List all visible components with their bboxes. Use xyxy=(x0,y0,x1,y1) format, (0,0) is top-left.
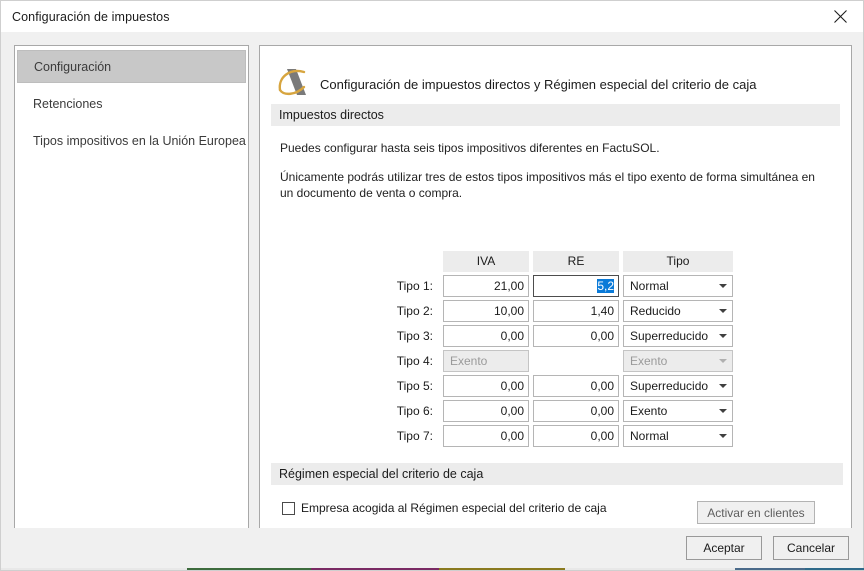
table-header-row: IVA RE Tipo xyxy=(271,249,843,273)
description-line-1: Puedes configurar hasta seis tipos impos… xyxy=(280,141,660,155)
sidebar-item-label: Retenciones xyxy=(33,97,103,111)
title-bar: Configuración de impuestos xyxy=(1,1,863,32)
chevron-down-icon xyxy=(714,326,732,346)
row-label-tipo-2: Tipo 2: xyxy=(396,304,433,318)
re-input-tipo-5[interactable]: 0,00 xyxy=(533,375,619,397)
aeat-logo-icon xyxy=(274,65,314,101)
iva-input-tipo-1[interactable]: 21,00 xyxy=(443,275,529,297)
iva-input-tipo-6[interactable]: 0,00 xyxy=(443,400,529,422)
re-input-tipo-6[interactable]: 0,00 xyxy=(533,400,619,422)
re-input-tipo-2[interactable]: 1,40 xyxy=(533,300,619,322)
chevron-down-icon xyxy=(714,351,732,371)
dialog-body: Configuración Retenciones Tipos impositi… xyxy=(1,32,863,570)
sidebar-item-retenciones[interactable]: Retenciones xyxy=(15,88,248,120)
column-header-iva: IVA xyxy=(443,250,529,272)
iva-input-tipo-3[interactable]: 0,00 xyxy=(443,325,529,347)
sidebar-item-label: Configuración xyxy=(34,59,112,74)
background-window-strip xyxy=(1,568,864,570)
tipo-select-value: Reducido xyxy=(630,304,681,318)
row-label-tipo-1: Tipo 1: xyxy=(396,279,433,293)
tipo-select-tipo-2[interactable]: Reducido xyxy=(623,300,733,322)
sidebar-item-configuracion[interactable]: Configuración xyxy=(17,50,246,83)
column-header-re: RE xyxy=(533,250,619,272)
tipo-select-value: Exento xyxy=(630,354,668,368)
tax-rates-table: IVA RE Tipo Tipo 1: 21,00 5,2 Normal Tip… xyxy=(271,249,843,448)
section-header-regimen-caja: Régimen especial del criterio de caja xyxy=(271,463,843,485)
chevron-down-icon xyxy=(714,276,732,296)
tipo-select-tipo-4: Exento xyxy=(623,350,733,372)
table-row: Tipo 5: 0,00 0,00 Superreducido xyxy=(271,374,843,398)
tipo-select-value: Exento xyxy=(630,404,668,418)
tipo-select-tipo-1[interactable]: Normal xyxy=(623,275,733,297)
iva-input-tipo-2[interactable]: 10,00 xyxy=(443,300,529,322)
chevron-down-icon xyxy=(714,301,732,321)
sidebar-item-tipos-union-europea[interactable]: Tipos impositivos en la Unión Europea xyxy=(15,125,248,157)
re-input-tipo-3[interactable]: 0,00 xyxy=(533,325,619,347)
tipo-select-value: Normal xyxy=(630,279,669,293)
dialog-footer: Aceptar Cancelar xyxy=(1,528,863,570)
tipo-select-value: Superreducido xyxy=(630,379,709,393)
main-panel: Configuración de impuestos directos y Ré… xyxy=(259,45,852,561)
table-row: Tipo 6: 0,00 0,00 Exento xyxy=(271,399,843,423)
re-input-selected-text: 5,2 xyxy=(597,279,614,293)
table-row: Tipo 7: 0,00 0,00 Normal xyxy=(271,424,843,448)
tipo-select-value: Superreducido xyxy=(630,329,709,343)
panel-title: Configuración de impuestos directos y Ré… xyxy=(320,76,757,92)
row-label-tipo-4: Tipo 4: xyxy=(396,354,433,368)
regimen-checkbox-label: Empresa acogida al Régimen especial del … xyxy=(301,501,607,515)
table-row: Tipo 2: 10,00 1,40 Reducido xyxy=(271,299,843,323)
row-label-tipo-3: Tipo 3: xyxy=(396,329,433,343)
re-input-tipo-1[interactable]: 5,2 xyxy=(533,275,619,297)
tipo-select-tipo-5[interactable]: Superreducido xyxy=(623,375,733,397)
accept-button[interactable]: Aceptar xyxy=(686,536,762,560)
row-label-tipo-7: Tipo 7: xyxy=(396,429,433,443)
panel-header: Configuración de impuestos directos y Ré… xyxy=(260,46,851,104)
description-line-2: Únicamente podrás utilizar tres de estos… xyxy=(280,170,815,200)
activar-en-clientes-button[interactable]: Activar en clientes xyxy=(697,501,815,524)
iva-input-tipo-5[interactable]: 0,00 xyxy=(443,375,529,397)
tipo-select-tipo-7[interactable]: Normal xyxy=(623,425,733,447)
tipo-select-value: Normal xyxy=(630,429,669,443)
re-input-tipo-7[interactable]: 0,00 xyxy=(533,425,619,447)
cancel-button[interactable]: Cancelar xyxy=(773,536,849,560)
panel-description: Puedes configurar hasta seis tipos impos… xyxy=(260,126,851,201)
table-row: Tipo 3: 0,00 0,00 Superreducido xyxy=(271,324,843,348)
window-title: Configuración de impuestos xyxy=(12,9,170,24)
row-label-tipo-5: Tipo 5: xyxy=(396,379,433,393)
sidebar-item-label: Tipos impositivos en la Unión Europea xyxy=(33,134,246,148)
iva-input-tipo-7[interactable]: 0,00 xyxy=(443,425,529,447)
iva-input-tipo-4: Exento xyxy=(443,350,529,372)
regimen-checkbox[interactable] xyxy=(282,501,295,515)
chevron-down-icon xyxy=(714,401,732,421)
column-header-tipo: Tipo xyxy=(623,250,733,272)
table-row: Tipo 4: Exento Exento xyxy=(271,349,843,373)
row-label-tipo-6: Tipo 6: xyxy=(396,404,433,418)
chevron-down-icon xyxy=(714,376,732,396)
tipo-select-tipo-6[interactable]: Exento xyxy=(623,400,733,422)
section-header-impuestos-directos: Impuestos directos xyxy=(271,104,840,126)
table-row: Tipo 1: 21,00 5,2 Normal xyxy=(271,274,843,298)
tipo-select-tipo-3[interactable]: Superreducido xyxy=(623,325,733,347)
sidebar: Configuración Retenciones Tipos impositi… xyxy=(14,45,249,561)
close-icon[interactable] xyxy=(817,1,863,32)
chevron-down-icon xyxy=(714,426,732,446)
regimen-checkbox-row[interactable]: Empresa acogida al Régimen especial del … xyxy=(282,501,607,515)
tax-settings-dialog: Configuración de impuestos Configuración… xyxy=(0,0,864,571)
